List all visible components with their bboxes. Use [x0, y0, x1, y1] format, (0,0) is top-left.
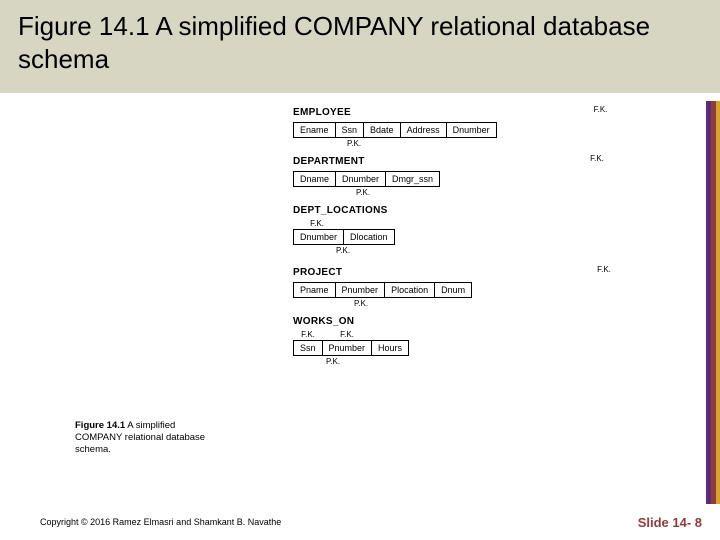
relation-name: WORKS_ON — [293, 316, 623, 327]
fk-label: F.K. — [293, 219, 341, 228]
slide: Figure 14.1 A simplified COMPANY relatio… — [0, 0, 720, 540]
pk-label: P.K. — [323, 246, 363, 255]
footer: Copyright © 2016 Ramez Elmasri and Shamk… — [0, 504, 720, 540]
fk-label: F.K. — [578, 105, 623, 121]
attr-cell: Dnum — [434, 282, 472, 298]
attr-cell: Pname — [293, 282, 336, 298]
attr-cell: Dname — [293, 171, 336, 187]
attr-cell: Address — [400, 122, 447, 138]
side-stripe — [706, 101, 720, 504]
relation-dept-locations: DEPT_LOCATIONS F.K. Dnumber Dlocation P.… — [293, 205, 623, 255]
relation-name: DEPT_LOCATIONS — [293, 205, 623, 216]
copyright: Copyright © 2016 Ramez Elmasri and Shamk… — [40, 517, 281, 527]
fk-label: F.K. — [571, 154, 623, 170]
attr-cell: Plocation — [384, 282, 435, 298]
fk-label: F.K. — [585, 265, 623, 281]
fk-label: F.K. — [323, 330, 371, 339]
attr-cell: Ename — [293, 122, 336, 138]
slide-number: Slide 14- 8 — [638, 515, 702, 530]
relation-project: PROJECT F.K. Pname Pnumber Plocation Dnu… — [293, 265, 623, 308]
attr-cell: Ssn — [335, 122, 365, 138]
schema: EMPLOYEE F.K. Ename Ssn Bdate Address Dn… — [293, 105, 623, 372]
diagram-area: EMPLOYEE F.K. Ename Ssn Bdate Address Dn… — [0, 105, 720, 500]
relation-name: DEPARTMENT — [293, 156, 571, 167]
attr-cell: Pnumber — [335, 282, 386, 298]
relation-name: PROJECT — [293, 267, 585, 278]
attr-cell: Dnumber — [335, 171, 386, 187]
title-band: Figure 14.1 A simplified COMPANY relatio… — [0, 0, 720, 93]
attr-cell: Hours — [371, 340, 409, 356]
attr-cell: Dnumber — [446, 122, 497, 138]
page-title: Figure 14.1 A simplified COMPANY relatio… — [18, 10, 702, 75]
pk-label: P.K. — [337, 299, 385, 308]
pk-label: P.K. — [313, 357, 353, 366]
figure-caption: Figure 14.1 A simplified COMPANY relatio… — [75, 420, 215, 456]
attr-cell: Bdate — [363, 122, 401, 138]
attr-cell: Pnumber — [322, 340, 373, 356]
relation-works-on: WORKS_ON F.K. F.K. Ssn Pnumber Hours P.K… — [293, 316, 623, 366]
attr-cell: Dnumber — [293, 229, 344, 245]
attr-cell: Ssn — [293, 340, 323, 356]
pk-label: P.K. — [339, 139, 369, 148]
fk-label: F.K. — [293, 330, 323, 339]
relation-employee: EMPLOYEE F.K. Ename Ssn Bdate Address Dn… — [293, 105, 623, 148]
attr-cell: Dmgr_ssn — [385, 171, 440, 187]
attr-cell: Dlocation — [343, 229, 395, 245]
caption-fig-num: Figure 14.1 — [75, 420, 125, 431]
relation-name: EMPLOYEE — [293, 107, 578, 118]
pk-label: P.K. — [339, 188, 387, 197]
relation-department: DEPARTMENT F.K. Dname Dnumber Dmgr_ssn P… — [293, 154, 623, 197]
